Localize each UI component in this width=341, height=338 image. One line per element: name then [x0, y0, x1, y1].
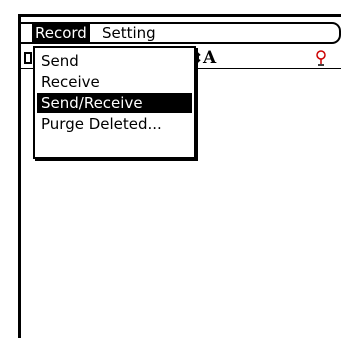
record-dropdown-menu: Send Receive Send/Receive Purge Deleted.… [33, 46, 196, 159]
checkbox-icon[interactable] [24, 52, 32, 64]
menu-item-purge-deleted[interactable]: Purge Deleted... [37, 114, 192, 134]
menu-item-send-receive[interactable]: Send/Receive [37, 93, 192, 113]
font-icon[interactable]: A [203, 49, 216, 67]
priority-icon[interactable] [314, 50, 328, 66]
top-frame-border [18, 14, 341, 17]
menu-record[interactable]: Record [32, 24, 90, 42]
menu-item-receive[interactable]: Receive [37, 72, 192, 92]
menu-setting[interactable]: Setting [99, 24, 159, 42]
screen: Record Setting ⇕ A Send Receive Send/Rec… [0, 0, 341, 338]
menu-item-send[interactable]: Send [37, 51, 192, 71]
